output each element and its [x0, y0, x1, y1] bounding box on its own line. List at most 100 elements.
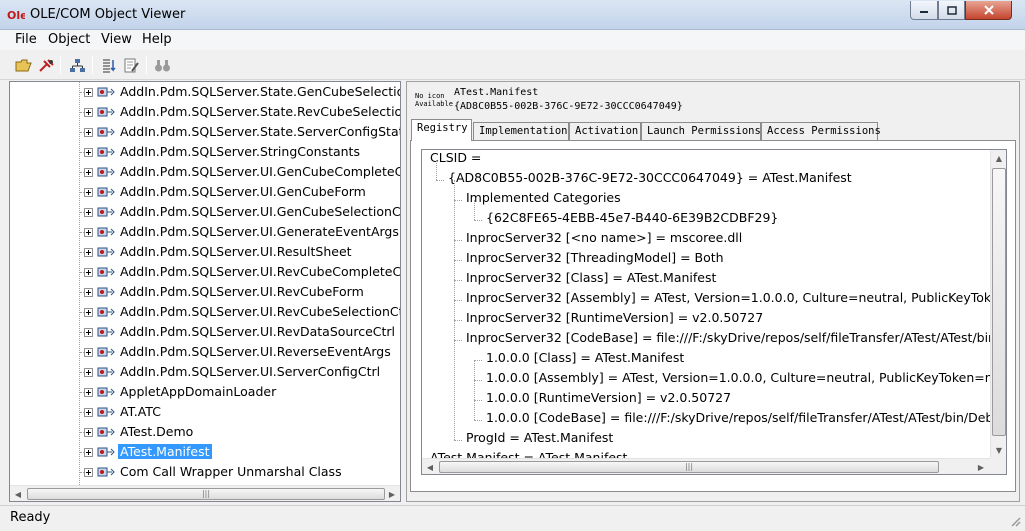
menu-file[interactable]: File — [13, 32, 39, 47]
registry-tree[interactable]: CLSID = {AD8C0B55-002B-376C-9E72-30CCC064… — [421, 149, 1007, 475]
tree-item[interactable]: AddIn.Pdm.SQLServer.UI.GenCubeCompleteCt… — [10, 162, 400, 182]
tab-registry[interactable]: Registry — [411, 119, 472, 141]
object-tree[interactable]: AddIn.Pdm.SQLServer.State.GenCubeSelecti… — [9, 81, 401, 502]
tree-item[interactable]: ATest.Demo — [10, 422, 390, 442]
scroll-left-arrow-icon[interactable]: ◀ — [422, 459, 438, 474]
expand-plus-icon[interactable] — [84, 188, 93, 197]
expand-plus-icon[interactable] — [84, 88, 93, 97]
close-button[interactable] — [965, 1, 1012, 20]
registry-entry[interactable]: 1.0.0.0 [CodeBase] = file:///F:/skyDrive… — [486, 410, 1006, 430]
expand-plus-icon[interactable] — [84, 468, 93, 477]
expand-plus-icon[interactable] — [84, 428, 93, 437]
scroll-left-arrow-icon[interactable]: ◀ — [10, 486, 26, 502]
maximize-button[interactable] — [938, 1, 965, 20]
open-folder-icon — [15, 59, 32, 71]
tree-item[interactable]: AppletAppDomainLoader — [10, 382, 390, 402]
registry-entry[interactable]: InprocServer32 [ThreadingModel] = Both — [466, 250, 724, 270]
tree-item[interactable]: AddIn.Pdm.SQLServer.UI.ServerConfigCtrl — [10, 362, 390, 382]
tree-item[interactable]: AddIn.Pdm.SQLServer.StringConstants — [10, 142, 390, 162]
tree-item[interactable]: AddIn.Pdm.SQLServer.UI.RevCubeForm — [10, 282, 390, 302]
title-bar[interactable]: Ole OLE/COM Object Viewer — [0, 0, 1025, 30]
scroll-right-arrow-icon[interactable]: ▶ — [973, 459, 989, 474]
com-object-icon — [97, 287, 115, 297]
registry-entry[interactable]: {62C8FE65-4EBB-45e7-B440-6E39B2CDBF29} — [486, 210, 778, 230]
scroll-thumb[interactable] — [992, 168, 1006, 436]
expand-plus-icon[interactable] — [84, 348, 93, 357]
scroll-right-arrow-icon[interactable]: ▶ — [384, 486, 400, 502]
menu-view[interactable]: View — [99, 32, 134, 47]
tab-implementation[interactable]: Implementation — [473, 122, 569, 141]
registry-entry[interactable]: {AD8C0B55-002B-376C-9E72-30CCC0647049} =… — [448, 170, 852, 190]
tree-item[interactable]: AddIn.Pdm.SQLServer.State.GenCubeSelecti… — [10, 82, 400, 102]
registry-entry[interactable]: InprocServer32 [Class] = ATest.Manifest — [466, 270, 716, 290]
toolbar-separator — [146, 56, 147, 74]
expand-plus-icon[interactable] — [84, 128, 93, 137]
registry-entry[interactable]: InprocServer32 [Assembly] = ATest, Versi… — [466, 290, 1006, 310]
tab-activation[interactable]: Activation — [569, 122, 641, 141]
tree-item[interactable]: Com Call Wrapper Unmarshal Class — [10, 462, 390, 482]
expand-plus-icon[interactable] — [84, 328, 93, 337]
registry-entry[interactable]: 1.0.0.0 [Class] = ATest.Manifest — [486, 350, 684, 370]
registry-entry[interactable]: Implemented Categories — [466, 190, 621, 210]
open-folder-button[interactable] — [15, 57, 32, 73]
expand-plus-icon[interactable] — [84, 388, 93, 397]
tree-item[interactable]: AddIn.Pdm.SQLServer.UI.RevCubeSelectionC… — [10, 302, 400, 322]
tree-item-label: AddIn.Pdm.SQLServer.State.RevCubeSelecti… — [120, 104, 401, 119]
registry-entry[interactable]: InprocServer32 [CodeBase] = file:///F:/s… — [466, 330, 1006, 350]
expand-plus-icon[interactable] — [84, 368, 93, 377]
expand-plus-icon[interactable] — [84, 228, 93, 237]
object-clsid: {AD8C0B55-002B-376C-9E72-30CCC0647049} — [454, 101, 683, 112]
registry-entry[interactable]: CLSID = — [430, 150, 481, 170]
tree-item[interactable]: AddIn.Pdm.SQLServer.UI.ResultSheet — [10, 242, 390, 262]
hierarchy-button[interactable] — [69, 57, 86, 73]
view-button[interactable] — [154, 57, 171, 73]
tab-access-permissions[interactable]: Access Permissions — [761, 122, 881, 141]
registry-panel: CLSID = {AD8C0B55-002B-376C-9E72-30CCC064… — [410, 140, 1016, 492]
registry-entry[interactable]: InprocServer32 [RuntimeVersion] = v2.0.5… — [466, 310, 763, 330]
tree-guide-line — [454, 200, 462, 201]
tree-item[interactable]: AddIn.Pdm.SQLServer.State.RevCubeSelecti… — [10, 102, 400, 122]
registry-entry[interactable]: 1.0.0.0 [RuntimeVersion] = v2.0.50727 — [486, 390, 731, 410]
tree-item[interactable]: AddIn.Pdm.SQLServer.UI.GenCubeSelectionC… — [10, 202, 400, 222]
expand-plus-icon[interactable] — [84, 448, 93, 457]
registry-horizontal-scrollbar[interactable]: ◀ ||| ▶ — [422, 458, 990, 474]
resize-grip-icon[interactable] — [1009, 515, 1021, 527]
scroll-thumb[interactable]: ||| — [27, 488, 385, 500]
expand-plus-icon[interactable] — [84, 308, 93, 317]
tree-guide-line — [474, 380, 482, 381]
tree-horizontal-scrollbar[interactable]: ◀ ||| ▶ — [10, 485, 400, 501]
tree-item[interactable]: AddIn.Pdm.SQLServer.UI.RevDataSourceCtrl — [10, 322, 395, 342]
expert-mode-button[interactable] — [101, 57, 118, 73]
connect-icon — [39, 58, 54, 72]
minimize-button[interactable] — [910, 1, 938, 20]
menu-object[interactable]: Object — [46, 32, 92, 47]
expand-plus-icon[interactable] — [84, 168, 93, 177]
expand-plus-icon[interactable] — [84, 148, 93, 157]
registry-entry[interactable]: InprocServer32 [<no name>] = mscoree.dll — [466, 230, 742, 250]
expand-plus-icon[interactable] — [84, 268, 93, 277]
tree-item-label: ATest.Manifest — [118, 444, 212, 459]
registry-entry[interactable]: ProgId = ATest.Manifest — [466, 430, 613, 450]
tree-item[interactable]: ATest.Manifest — [10, 442, 390, 462]
scroll-up-arrow-icon[interactable]: ▲ — [991, 150, 1006, 166]
scroll-down-arrow-icon[interactable]: ▼ — [991, 442, 1006, 458]
tree-item[interactable]: AT.ATC — [10, 402, 390, 422]
registry-entry[interactable]: 1.0.0.0 [Assembly] = ATest, Version=1.0.… — [486, 370, 1006, 390]
connect-button[interactable] — [38, 57, 55, 73]
tree-guide-line — [474, 360, 475, 420]
expand-plus-icon[interactable] — [84, 288, 93, 297]
tab-launch-permissions[interactable]: Launch Permissions — [641, 122, 761, 141]
expand-plus-icon[interactable] — [84, 248, 93, 257]
tree-item[interactable]: AddIn.Pdm.SQLServer.UI.GenCubeForm — [10, 182, 390, 202]
tree-item[interactable]: AddIn.Pdm.SQLServer.UI.GenerateEventArgs — [10, 222, 399, 242]
scroll-thumb[interactable]: ||| — [439, 461, 939, 473]
tree-item[interactable]: AddIn.Pdm.SQLServer.UI.ReverseEventArgs — [10, 342, 391, 362]
tree-item[interactable]: AddIn.Pdm.SQLServer.UI.RevCubeCompleteCt… — [10, 262, 400, 282]
menu-help[interactable]: Help — [140, 32, 174, 47]
expand-plus-icon[interactable] — [84, 208, 93, 217]
registry-vertical-scrollbar[interactable]: ▲ ▼ — [990, 150, 1006, 458]
edit-button[interactable] — [123, 57, 140, 73]
tree-item[interactable]: AddIn.Pdm.SQLServer.State.ServerConfigSt… — [10, 122, 400, 142]
expand-plus-icon[interactable] — [84, 108, 93, 117]
expand-plus-icon[interactable] — [84, 408, 93, 417]
